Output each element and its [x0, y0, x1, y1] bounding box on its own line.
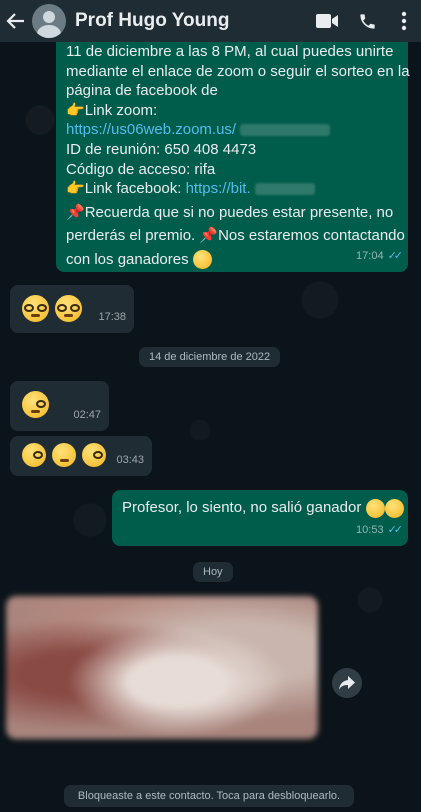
date-chip: 14 de diciembre de 2022: [139, 347, 281, 367]
read-ticks-icon: ✓✓: [387, 524, 404, 537]
monocle-face-emoji-icon: [22, 391, 49, 418]
meeting-id: ID de reunión: 650 408 4473: [66, 140, 257, 158]
contact-name[interactable]: Prof Hugo Young: [75, 10, 307, 32]
forward-icon: [339, 676, 355, 690]
message-bubble-raffle-info[interactable]: 11 de diciembre a las 8 PM, al cual pued…: [56, 30, 410, 272]
message-line: mediante el enlace de zoom o seguir el s…: [66, 62, 410, 80]
more-vert-icon: [401, 11, 407, 31]
pointing-hand-icon: 👉: [66, 180, 85, 198]
media-message-image[interactable]: [6, 596, 318, 739]
read-ticks-icon: ✓✓: [387, 250, 404, 263]
monocle-face-emoji-icon: [22, 443, 46, 467]
zoom-link-line: https://us06web.zoom.us/: [66, 120, 398, 140]
blocked-contact-banner[interactable]: Bloqueaste a este contacto. Toca para de…: [64, 785, 354, 807]
pushpin-icon: 📌: [199, 227, 219, 245]
avatar[interactable]: [32, 4, 66, 38]
redacted-block: [254, 183, 315, 196]
access-code: Código de acceso: rifa: [66, 160, 216, 178]
back-button[interactable]: [2, 0, 30, 42]
eye-roll-emoji-icon: [52, 443, 77, 467]
message-bubble-emoji[interactable]: 03:43: [10, 436, 152, 476]
facebook-link-line: 👉Link facebook: https://bit.: [66, 179, 398, 199]
starstruck-emoji-icon: [192, 250, 212, 270]
reminder-line: perderás el premio. 📌Nos estaremos conta…: [66, 227, 405, 245]
message-line: 11 de diciembre a las 8 PM, al cual pued…: [66, 43, 394, 60]
message-bubble-sorry[interactable]: Profesor, lo siento, no salió ganador 10…: [112, 490, 408, 546]
voice-call-button[interactable]: [347, 0, 387, 42]
message-text: Profesor, lo siento, no salió ganador: [122, 498, 404, 518]
message-time: 17:38: [98, 311, 126, 324]
facebook-link[interactable]: https://bit.: [186, 180, 251, 197]
message-bubble-emoji[interactable]: 17:38: [10, 285, 134, 333]
forward-button[interactable]: [332, 668, 362, 698]
today-chip: Hoy: [193, 562, 233, 582]
phone-icon: [359, 13, 375, 29]
menu-button[interactable]: [387, 0, 421, 42]
message-time: 10:53 ✓✓: [356, 524, 404, 537]
message-time: 02:47: [73, 409, 101, 422]
pointing-hand-icon: 👉: [66, 101, 85, 119]
chat-header: Prof Hugo Young: [0, 0, 421, 42]
video-call-icon: [316, 14, 338, 28]
message-time: 17:04 ✓✓: [356, 250, 404, 263]
nerd-face-emoji-icon: [55, 295, 83, 322]
monocle-face-emoji-icon: [82, 443, 107, 467]
zoom-link[interactable]: https://us06web.zoom.us/: [66, 121, 236, 138]
arrow-left-icon: [6, 13, 24, 29]
sad-face-emoji-icon: [365, 498, 385, 518]
message-line: página de facebook de: [66, 82, 218, 100]
reminder-line: con los ganadores: [66, 250, 398, 270]
redacted-block: [240, 124, 331, 137]
nerd-face-emoji-icon: [22, 295, 49, 322]
crying-face-emoji-icon: [384, 498, 404, 518]
pushpin-icon: 📌: [66, 203, 85, 221]
message-time: 03:43: [116, 454, 144, 467]
message-bubble-emoji[interactable]: 02:47: [10, 381, 109, 431]
zoom-label-line: 👉Link zoom:: [66, 101, 158, 119]
reminder-line: 📌Recuerda que si no puedes estar present…: [66, 203, 394, 221]
video-call-button[interactable]: [307, 0, 347, 42]
